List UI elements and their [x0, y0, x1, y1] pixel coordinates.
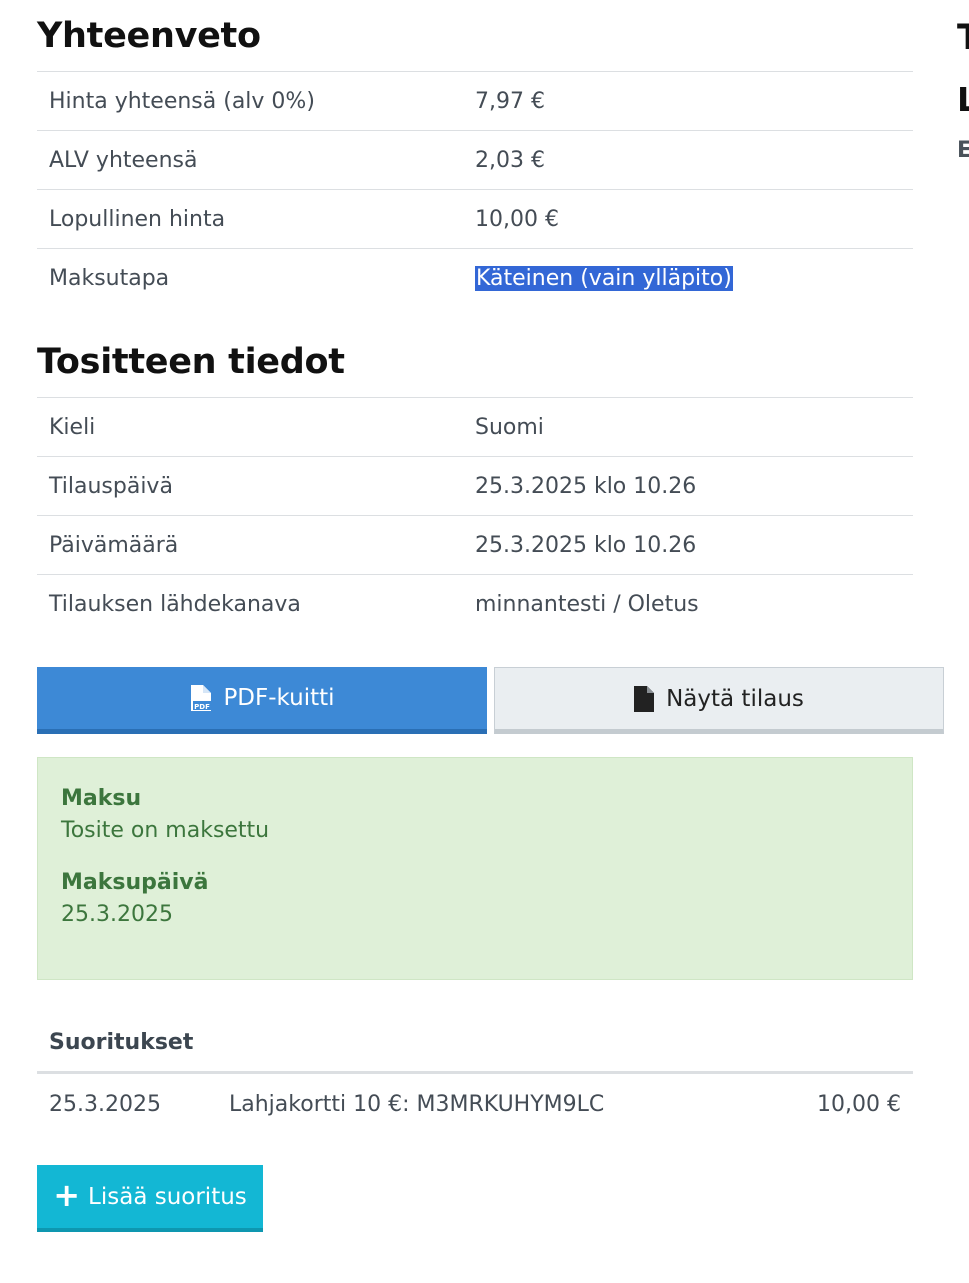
add-payment-button[interactable]: + Lisää suoritus: [37, 1165, 263, 1232]
voucher-row: Tilauksen lähdekanava minnantesti / Olet…: [37, 574, 913, 634]
summary-label: ALV yhteensä: [49, 147, 198, 173]
voucher-value: 25.3.2025 klo 10.26: [475, 532, 697, 558]
voucher-row: Kieli Suomi: [37, 397, 913, 457]
summary-label: Maksutapa: [49, 265, 170, 291]
payment-status-alert: Maksu Tosite on maksettu Maksupäivä 25.3…: [37, 757, 913, 980]
payment-row-description: Lahjakortti 10 €: M3MRKUHYM9LC: [229, 1091, 605, 1117]
plus-icon: +: [53, 1176, 81, 1214]
payment-row-date: 25.3.2025: [49, 1091, 161, 1117]
summary-row: Maksutapa Käteinen (vain ylläpito): [37, 248, 913, 308]
pdf-receipt-label: PDF-kuitti: [223, 685, 335, 711]
right-column-text: E: [957, 138, 969, 163]
right-column-subheading: L: [957, 80, 969, 119]
voucher-row: Päivämäärä 25.3.2025 klo 10.26: [37, 515, 913, 575]
summary-value: 7,97 €: [475, 88, 545, 114]
add-payment-label: Lisää suoritus: [88, 1183, 247, 1210]
voucher-label: Tilauksen lähdekanava: [49, 591, 301, 617]
summary-row: Hinta yhteensä (alv 0%) 7,97 €: [37, 71, 913, 131]
voucher-page: Yhteenveto Hinta yhteensä (alv 0%) 7,97 …: [0, 0, 969, 1283]
voucher-value: 25.3.2025 klo 10.26: [475, 473, 697, 499]
pdf-receipt-button[interactable]: PDF PDF-kuitti: [37, 667, 487, 734]
voucher-label: Tilauspäivä: [49, 473, 173, 499]
summary-table: Hinta yhteensä (alv 0%) 7,97 € ALV yhtee…: [37, 71, 913, 308]
voucher-details-table: Kieli Suomi Tilauspäivä 25.3.2025 klo 10…: [37, 397, 913, 634]
voucher-value: minnantesti / Oletus: [475, 591, 699, 617]
payment-method-cell: Käteinen (vain ylläpito): [475, 249, 913, 308]
payment-date-value: 25.3.2025: [61, 902, 173, 927]
payment-row: 25.3.2025 Lahjakortti 10 €: M3MRKUHYM9LC…: [37, 1075, 913, 1133]
summary-title: Yhteenveto: [37, 16, 261, 56]
payments-header: Suoritukset: [37, 1022, 913, 1074]
payment-label: Maksu: [61, 786, 142, 811]
file-icon: [634, 685, 655, 712]
voucher-details-title: Tositteen tiedot: [37, 342, 345, 382]
payment-date-label: Maksupäivä: [61, 870, 209, 895]
payment-value: Tosite on maksettu: [61, 818, 270, 843]
payment-row-amount: 10,00 €: [817, 1091, 901, 1117]
right-column-heading: T: [957, 18, 969, 58]
file-pdf-icon: PDF: [189, 685, 212, 711]
voucher-row: Tilauspäivä 25.3.2025 klo 10.26: [37, 456, 913, 516]
payment-method-value: Käteinen (vain ylläpito): [475, 265, 733, 291]
voucher-label: Kieli: [49, 414, 96, 440]
show-order-label: Näytä tilaus: [666, 685, 804, 712]
summary-row: Lopullinen hinta 10,00 €: [37, 189, 913, 249]
summary-label: Lopullinen hinta: [49, 206, 226, 232]
show-order-button[interactable]: Näytä tilaus: [494, 667, 944, 734]
summary-value: 2,03 €: [475, 147, 545, 173]
summary-row: ALV yhteensä 2,03 €: [37, 130, 913, 190]
svg-text:PDF: PDF: [195, 703, 211, 711]
voucher-value: Suomi: [475, 414, 544, 440]
voucher-label: Päivämäärä: [49, 532, 179, 558]
summary-label: Hinta yhteensä (alv 0%): [49, 88, 315, 114]
summary-value: 10,00 €: [475, 206, 559, 232]
